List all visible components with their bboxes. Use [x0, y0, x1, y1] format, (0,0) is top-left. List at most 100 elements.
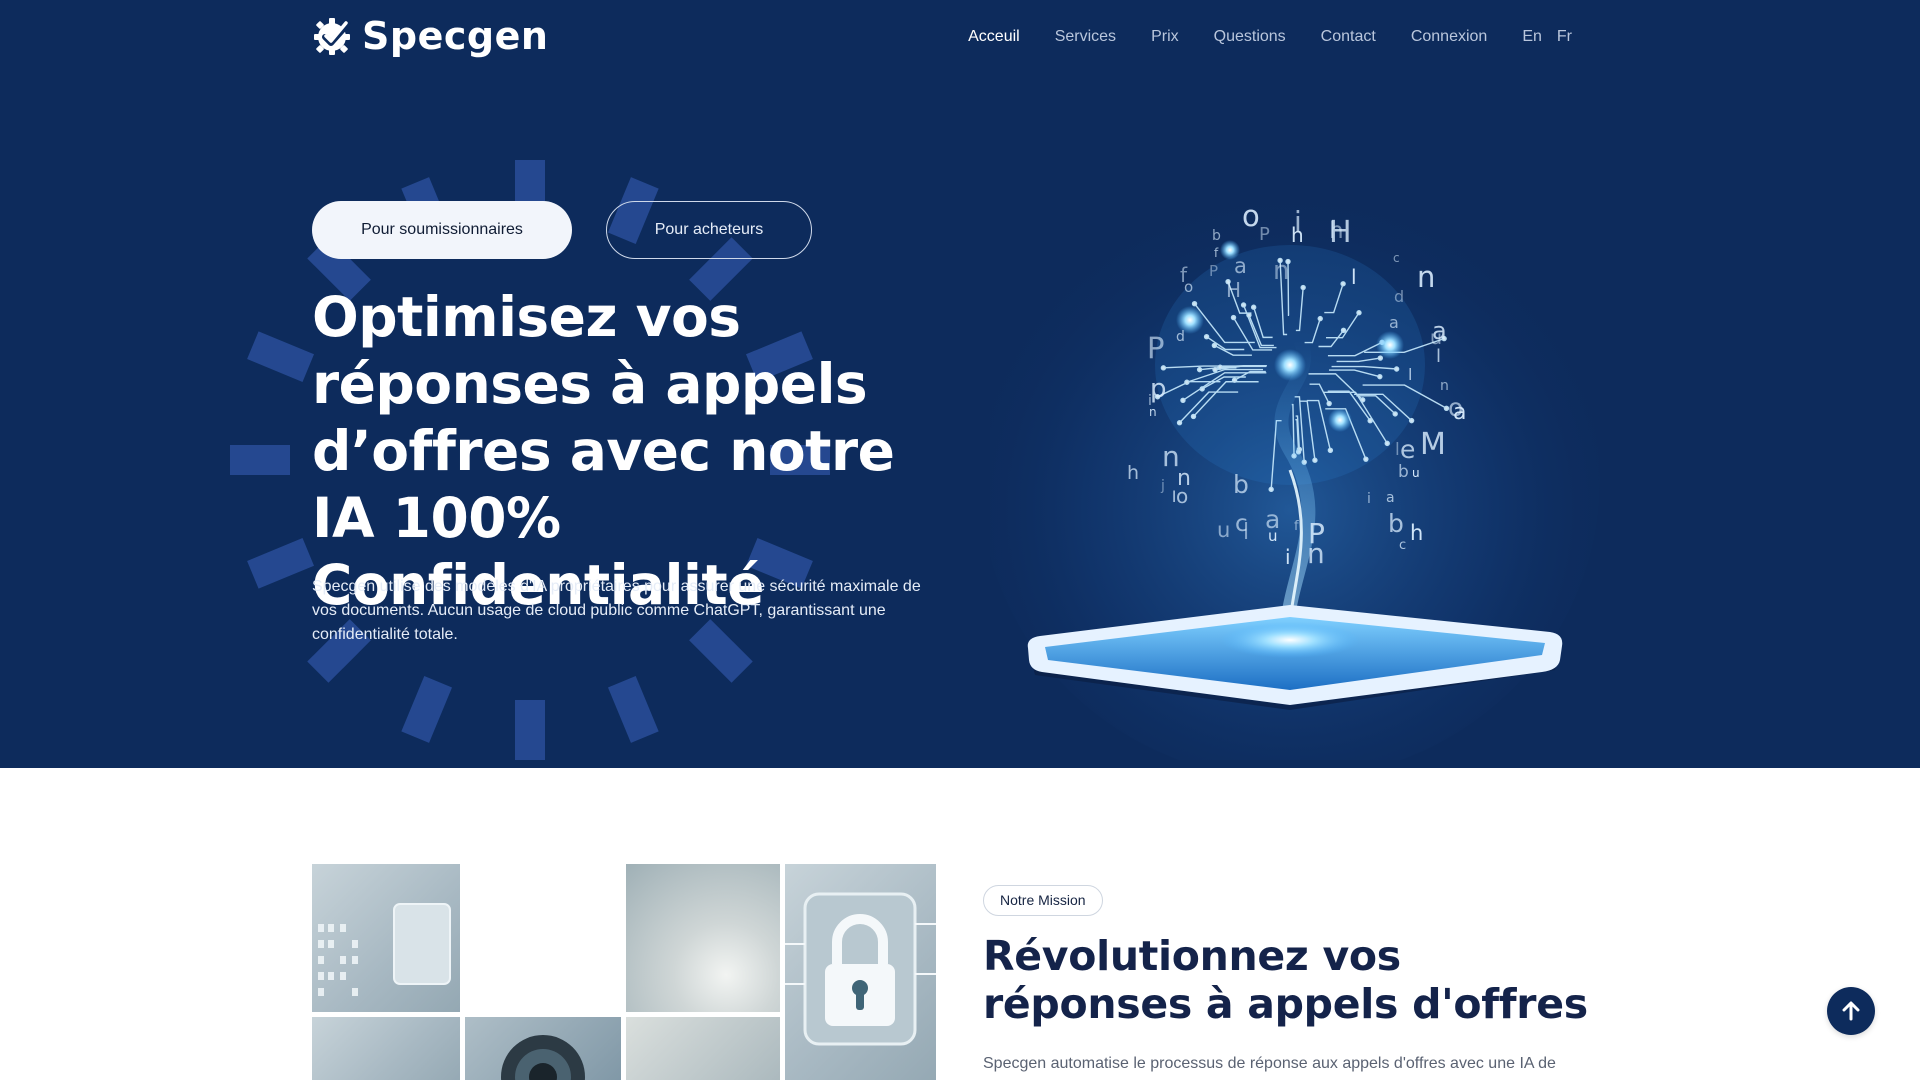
binary-document-image — [318, 903, 451, 996]
circuit-node — [1312, 457, 1318, 463]
floating-letter: o — [1242, 199, 1260, 233]
circuit-node — [1363, 456, 1369, 462]
ray-segment — [247, 331, 315, 383]
circuit-node — [1180, 397, 1186, 403]
floating-letter: f — [1294, 519, 1299, 534]
circuit-node — [1384, 440, 1390, 447]
floating-letter: M — [1420, 427, 1446, 462]
nav-item-questions[interactable]: Questions — [1214, 28, 1286, 46]
floating-letter: P — [1209, 262, 1218, 280]
collage-gap — [465, 864, 621, 1012]
floating-letter: h — [1329, 218, 1344, 244]
tab-soumissionnaires-button[interactable]: Pour soumissionnaires — [312, 201, 572, 259]
circuit-node — [1300, 284, 1306, 291]
circuit-node — [1356, 310, 1362, 316]
nav-item-connexion[interactable]: Connexion — [1411, 28, 1488, 46]
circuit-node — [1176, 420, 1183, 426]
circuit-node — [1191, 301, 1198, 307]
floating-letter: c — [1399, 538, 1406, 553]
floating-letter: n — [1273, 256, 1289, 286]
lens-image — [501, 1035, 585, 1080]
collage-tile-binary-2 — [312, 1017, 460, 1080]
circuit-node — [1377, 355, 1384, 361]
floating-letter: l — [1436, 346, 1441, 367]
floating-letter: a — [1386, 490, 1395, 506]
floating-letter: c — [1235, 511, 1248, 537]
floating-letter: p — [1150, 374, 1167, 404]
circuit-node — [1367, 418, 1373, 424]
circuit-node — [1196, 366, 1203, 373]
floating-letter: c — [1393, 251, 1400, 265]
floating-letter: a — [1453, 400, 1466, 425]
language-fr[interactable]: Fr — [1557, 28, 1572, 46]
floating-letter: l — [1351, 265, 1357, 289]
floating-letter: P — [1308, 517, 1325, 550]
floating-letter: P — [1259, 224, 1270, 245]
collage-tile-binary — [312, 864, 460, 1012]
hero-title: Optimisez vos réponses à appels d’offres… — [312, 285, 895, 617]
floating-letter: e — [1400, 435, 1415, 464]
floating-letter: P — [1147, 331, 1165, 365]
floating-letter: n — [1417, 260, 1435, 294]
mission-badge: Notre Mission — [983, 885, 1103, 916]
collage-tile-bulb-2 — [626, 1017, 780, 1080]
floating-letter: n — [1440, 378, 1449, 394]
language-en[interactable]: En — [1522, 28, 1542, 46]
floating-letter: h — [1410, 521, 1423, 545]
floating-letter: j — [1160, 478, 1165, 494]
ray-segment — [515, 700, 545, 760]
brand-logo[interactable]: Specgen — [312, 14, 548, 58]
ray-segment — [247, 537, 315, 589]
arrow-up-icon — [1842, 1001, 1860, 1021]
floating-letter: b — [1388, 509, 1404, 538]
security-image-collage — [312, 864, 936, 1080]
decorative-ray-burst — [230, 160, 830, 760]
audience-tabs: Pour soumissionnaires Pour acheteurs — [312, 201, 812, 259]
floating-letter: d — [1176, 329, 1185, 345]
circuit-node — [1326, 400, 1332, 407]
floating-letter: d — [1394, 287, 1404, 306]
circuit-node — [1377, 373, 1383, 380]
circuit-node — [1190, 413, 1197, 420]
floating-letter: a — [1389, 313, 1399, 332]
mission-title: Révolutionnez vos réponses à appels d'of… — [983, 932, 1588, 1028]
ai-tablet-illustration: oPlnhhHnhMaunlbbacuneuhlboidflfnPacafiio… — [990, 180, 1600, 760]
floating-letter: H — [1226, 278, 1241, 302]
hero-section: Specgen Acceuil Services Prix Questions … — [0, 0, 1920, 768]
collage-tile-lock — [785, 864, 936, 1080]
floating-letter: l — [1408, 365, 1412, 384]
circuit-node — [1268, 486, 1274, 493]
circuit-node — [1184, 379, 1190, 385]
tab-acheteurs-button[interactable]: Pour acheteurs — [606, 201, 812, 259]
brand-name: Specgen — [362, 14, 549, 58]
circuit-node — [1317, 315, 1323, 322]
circuit-node — [1393, 366, 1400, 372]
nav-item-prix[interactable]: Prix — [1151, 28, 1179, 46]
floating-letter: a — [1432, 317, 1447, 345]
circuit-node — [1408, 417, 1415, 424]
circuit-node — [1212, 366, 1218, 373]
nav-item-services[interactable]: Services — [1055, 28, 1116, 46]
collage-tile-lens — [465, 1017, 621, 1080]
padlock-icon — [785, 892, 936, 1046]
circuit-node — [1340, 327, 1347, 333]
nav-links: Acceuil Services Prix Questions Contact … — [968, 28, 1572, 46]
floating-letter: i — [1367, 491, 1371, 507]
ray-segment — [230, 445, 290, 475]
circuit-node — [1160, 365, 1167, 371]
floating-letter: i — [1285, 545, 1291, 569]
scroll-to-top-button[interactable] — [1827, 987, 1875, 1035]
nav-item-acceuil[interactable]: Acceuil — [968, 28, 1020, 46]
circuit-node — [1250, 304, 1257, 310]
circuit-node — [1327, 447, 1334, 454]
circuit-node — [1231, 377, 1238, 383]
floating-letter: o — [1176, 484, 1188, 508]
gear-check-icon — [314, 18, 351, 55]
circuit-node — [1392, 411, 1398, 417]
circuit-node — [1360, 397, 1366, 403]
floating-letter: b — [1233, 470, 1249, 499]
nav-item-contact[interactable]: Contact — [1321, 28, 1376, 46]
floating-letter: l — [1172, 488, 1176, 506]
ray-segment — [607, 675, 659, 743]
top-navigation: Specgen Acceuil Services Prix Questions … — [312, 14, 1572, 62]
